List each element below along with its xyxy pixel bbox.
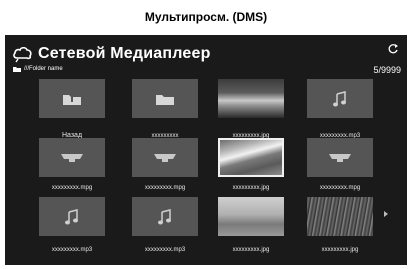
chevron-right-icon[interactable] bbox=[384, 211, 388, 217]
folder-icon bbox=[13, 67, 21, 72]
tile-video[interactable] bbox=[132, 138, 198, 177]
tile-label: xxxxxxxxx.mp3 bbox=[144, 247, 186, 253]
music-icon bbox=[158, 208, 171, 224]
media-player-screen: Сетевой Медиаплеер ///Folder name 5/9999… bbox=[5, 35, 407, 265]
photo-icon bbox=[251, 98, 252, 99]
breadcrumb: ///Folder name bbox=[13, 66, 63, 72]
header: Сетевой Медиаплеер bbox=[13, 43, 211, 65]
music-icon bbox=[65, 208, 78, 224]
back-folder-icon bbox=[63, 94, 81, 105]
tile-label: xxxxxxxxx.jpg bbox=[232, 185, 270, 191]
tile-back[interactable] bbox=[39, 79, 105, 118]
page-title: Сетевой Медиаплеер bbox=[38, 45, 211, 62]
refresh-icon[interactable] bbox=[387, 43, 399, 55]
tile-label: xxxxxxxxx.jpg bbox=[232, 247, 270, 253]
video-icon bbox=[154, 153, 176, 162]
photo-icon bbox=[251, 157, 252, 158]
folder-path: ///Folder name bbox=[24, 66, 63, 72]
item-counter: 5/9999 bbox=[373, 65, 401, 75]
tile-photo[interactable] bbox=[218, 197, 284, 236]
cloud-icon bbox=[13, 46, 32, 63]
tile-music[interactable] bbox=[307, 79, 373, 118]
tile-folder[interactable] bbox=[132, 79, 198, 118]
tile-label: xxxxxxxxx.mp3 bbox=[51, 247, 93, 253]
tile-music[interactable] bbox=[39, 197, 105, 236]
video-icon bbox=[329, 153, 351, 162]
tile-photo[interactable] bbox=[307, 197, 373, 236]
tile-video[interactable] bbox=[39, 138, 105, 177]
tile-photo-selected[interactable] bbox=[218, 138, 284, 177]
tile-video[interactable] bbox=[307, 138, 373, 177]
tile-label: xxxxxxxxx.mpg bbox=[51, 185, 93, 191]
tile-photo[interactable] bbox=[218, 79, 284, 118]
tile-label: xxxxxxxxx.mpg bbox=[319, 185, 361, 191]
tile-label: xxxxxxxxx.mpg bbox=[144, 185, 186, 191]
folder-icon bbox=[156, 94, 174, 105]
photo-icon bbox=[251, 216, 252, 217]
photo-icon bbox=[340, 216, 341, 217]
tile-music[interactable] bbox=[132, 197, 198, 236]
page-caption: Мультипросм. (DMS) bbox=[144, 10, 268, 24]
music-icon bbox=[333, 90, 346, 106]
video-icon bbox=[61, 153, 83, 162]
tile-label: xxxxxxxxx.jpg bbox=[321, 247, 359, 253]
